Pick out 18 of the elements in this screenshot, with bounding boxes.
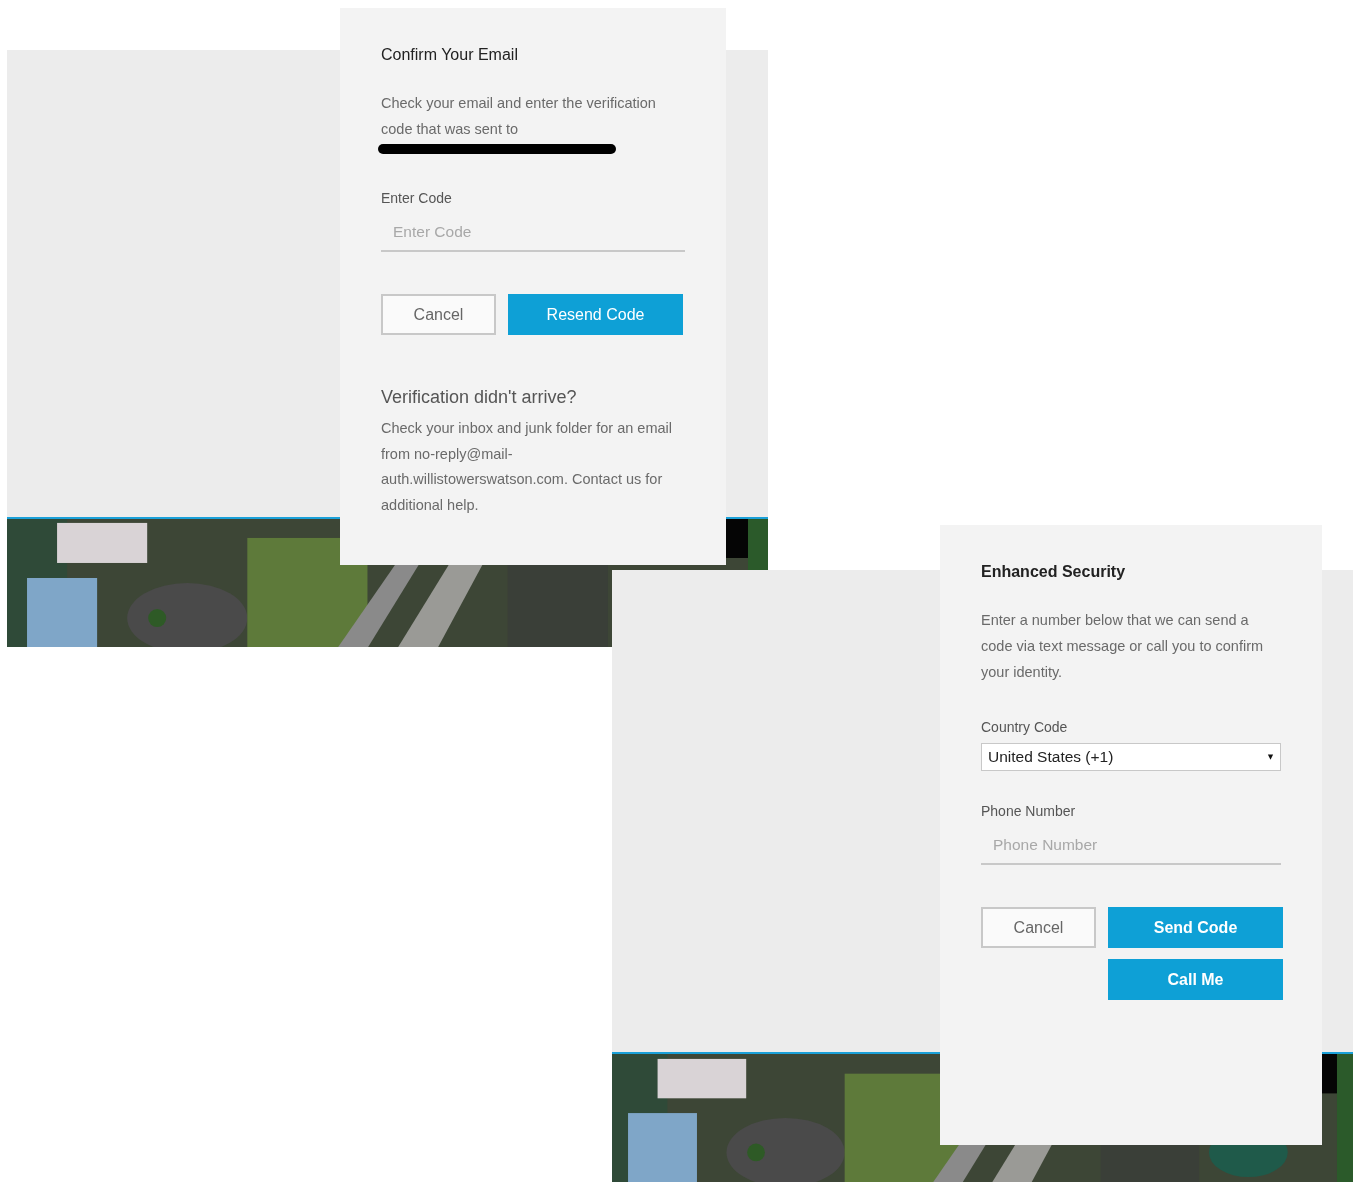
input-field[interactable]: Phone Number: [981, 827, 1281, 865]
field-label: Enter Code: [381, 190, 453, 206]
field-label: Phone Number: [981, 803, 1077, 819]
instruction-text: Enter a number below that we can send a code via text message or call you to confirm your identity.: [981, 611, 1265, 682]
cancel-button[interactable]: Cancel: [981, 907, 1096, 948]
instruction-text: Check your email and enter the verification code that was sent to: [381, 94, 657, 139]
dialog-title: Enhanced Security: [981, 563, 1127, 581]
help-text: Check your inbox and junk folder for an email from no-reply@mail-auth.willistowerswatson.com. Contact us for additional help.: [381, 419, 673, 515]
dialog-title: Confirm Your Email: [381, 46, 519, 64]
country-select[interactable]: United States (+1): [981, 743, 1281, 771]
caret-icon: [1267, 754, 1274, 760]
field-label: Country Code: [981, 719, 1069, 735]
input-field[interactable]: Enter Code: [381, 214, 685, 252]
primary-button[interactable]: Resend Code: [508, 294, 683, 335]
cancel-button[interactable]: Cancel: [381, 294, 496, 335]
primary-button[interactable]: Send Code: [1108, 907, 1283, 948]
help-heading: Verification didn't arrive?: [381, 387, 578, 408]
primary-button[interactable]: Call Me: [1108, 959, 1283, 1000]
